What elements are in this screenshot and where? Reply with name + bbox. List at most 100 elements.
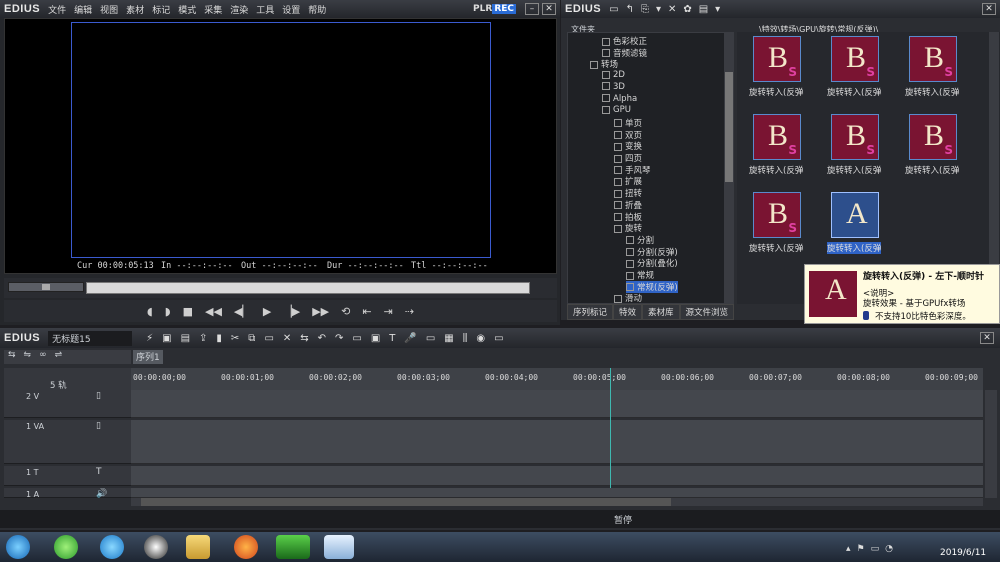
overwrite-icon[interactable]: ⇥ [384,305,393,318]
time-ruler[interactable]: 00:00:00;00 00:00:01;00 00:00:02;00 00:00:0… [131,368,983,390]
menu-item[interactable]: 帮助 [308,6,326,16]
fast-forward-icon[interactable]: ▶▶ [312,305,329,318]
explorer-icon[interactable] [186,535,210,559]
play-icon[interactable]: ▶ [263,305,271,318]
position-slider[interactable] [86,282,530,294]
tree-item[interactable]: 常规(反弹) [626,280,678,293]
firefox-icon[interactable] [234,535,258,559]
rec-button[interactable]: REC [492,4,516,14]
menu-item[interactable]: 编辑 [74,6,92,16]
tree-item[interactable]: 分割(反弹) [626,246,678,258]
insert-icon[interactable]: ⇤ [362,305,371,318]
tree-item[interactable]: 音频滤镜 [602,47,647,59]
tree-item[interactable]: 折叠 [614,199,642,211]
tree-item[interactable]: 四页 [614,152,642,164]
menu-item[interactable]: 采集 [204,6,222,16]
menu-item[interactable]: 标记 [152,6,170,16]
track-lane[interactable] [131,390,983,418]
tree-item[interactable]: GPU [602,105,631,115]
track-lane[interactable] [131,420,983,464]
effect-thumbnail[interactable]: BS [753,114,801,160]
menu-item[interactable]: 视图 [100,6,118,16]
vertical-scrollbar[interactable] [985,390,997,498]
tree-scrollbar[interactable] [724,32,734,304]
menu-item[interactable]: 模式 [178,6,196,16]
plr-button[interactable]: PLR [473,4,492,14]
ie-icon[interactable] [100,535,124,559]
tree-item[interactable]: 扭转 [614,187,642,199]
tree-item[interactable]: Alpha [602,94,637,104]
tree-item[interactable]: 3D [602,82,625,92]
folder-tree: 色彩校正 音频滤镜 转场 2D 3D Alpha GPU 单页 双页 变换 四页 手风琴 扩展 扭转 折叠拍… [567,32,731,304]
track-header[interactable]: 1 T T [4,466,131,486]
tree-item[interactable]: 单页 [614,117,642,129]
window-task-icon[interactable] [324,535,354,559]
safe-area-frame [71,22,491,258]
menu-item[interactable]: 工具 [256,6,274,16]
tree-item[interactable]: 色彩校正 [602,35,647,47]
tree-item[interactable]: 手风琴 [614,164,651,176]
menu-item[interactable]: 素材 [126,6,144,16]
menu-item[interactable]: 设置 [282,6,300,16]
browser-360-icon[interactable] [54,535,78,559]
tree-item[interactable]: 扩展 [614,175,642,187]
track-header[interactable]: 2 V ▯ [4,390,131,418]
thumb-glyph: B [768,119,789,152]
effects-tab[interactable]: 序列标记 [567,304,614,320]
track-type-icon[interactable]: ▯ [96,421,101,431]
track-header[interactable]: 1 A 🔊 [4,488,131,499]
track-lane[interactable] [131,488,983,498]
timeline-close-icon[interactable]: ✕ [980,332,994,344]
step-back-icon[interactable]: ◀▏ [234,305,251,318]
effect-thumbnail[interactable]: BS [831,36,879,82]
start-icon[interactable] [6,535,30,559]
effects-close-icon[interactable]: ✕ [982,3,996,15]
info-icon [863,311,869,320]
track-type-icon[interactable]: T [96,467,102,477]
tree-item[interactable]: 变换 [614,140,642,152]
menu-item[interactable]: 文件 [48,6,66,16]
minimize-icon[interactable]: – [525,3,539,15]
timeline-hscroll[interactable] [131,498,983,506]
effect-thumbnail[interactable]: BS [753,36,801,82]
track-type-icon[interactable]: ▯ [96,391,101,401]
menu-item[interactable]: 渲染 [230,6,248,16]
effects-tab[interactable]: 特效 [613,304,643,320]
replace-icon[interactable]: ⇢ [405,305,414,318]
effects-toolbar-icons[interactable]: ▭↰⎘▾✕✿▤▾ [609,4,727,15]
step-forward-icon[interactable]: ▕▶ [283,305,300,318]
tree-item[interactable]: 旋转 [614,222,642,234]
tree-item[interactable]: 滑动 [614,292,642,303]
effects-tab[interactable]: 源文件浏览 [679,304,735,320]
tree-item[interactable]: 拍板 [614,211,642,223]
effects-tab[interactable]: 素材库 [642,304,680,320]
jog-slider[interactable] [8,282,84,292]
playhead[interactable] [609,368,611,488]
tree-item[interactable]: 分割 [626,234,654,246]
set-out-icon[interactable]: ◗ [165,305,171,318]
close-icon[interactable]: ✕ [542,3,556,15]
track-type-icon[interactable]: 🔊 [96,489,107,499]
track-header[interactable]: 1 VA ▯ [4,420,131,464]
timeline-toolbar-icons[interactable]: ⚡▣▤⇪▮✂⧉▭✕⇆↶↷▭▣T🎤▭▦⫼◉▭ [146,333,512,344]
edius-task-icon[interactable] [276,535,310,559]
effect-thumbnail[interactable]: BS [753,192,801,238]
tree-item[interactable]: 分割(叠化) [626,257,678,269]
tree-item[interactable]: 常规 [626,269,654,281]
folder-icon [602,37,610,46]
tree-item[interactable]: 转场 [590,58,618,70]
effect-thumbnail[interactable]: BS [909,114,957,160]
tree-item[interactable]: 双页 [614,129,642,141]
qq-icon[interactable] [144,535,168,559]
track-lane[interactable] [131,466,983,486]
stop-icon[interactable]: ■ [183,305,193,318]
effect-thumbnail[interactable]: A [831,192,879,238]
effect-thumbnail[interactable]: BS [831,114,879,160]
set-in-icon[interactable]: ◖ [147,305,153,318]
sequence-tab[interactable]: 序列1 [133,350,163,364]
rewind-icon[interactable]: ◀◀ [205,305,222,318]
tree-item[interactable]: 2D [602,70,625,80]
effect-thumbnail[interactable]: BS [909,36,957,82]
tray-icons[interactable]: ▴⚑▭◔ [846,544,899,554]
loop-icon[interactable]: ⟲ [341,305,350,318]
